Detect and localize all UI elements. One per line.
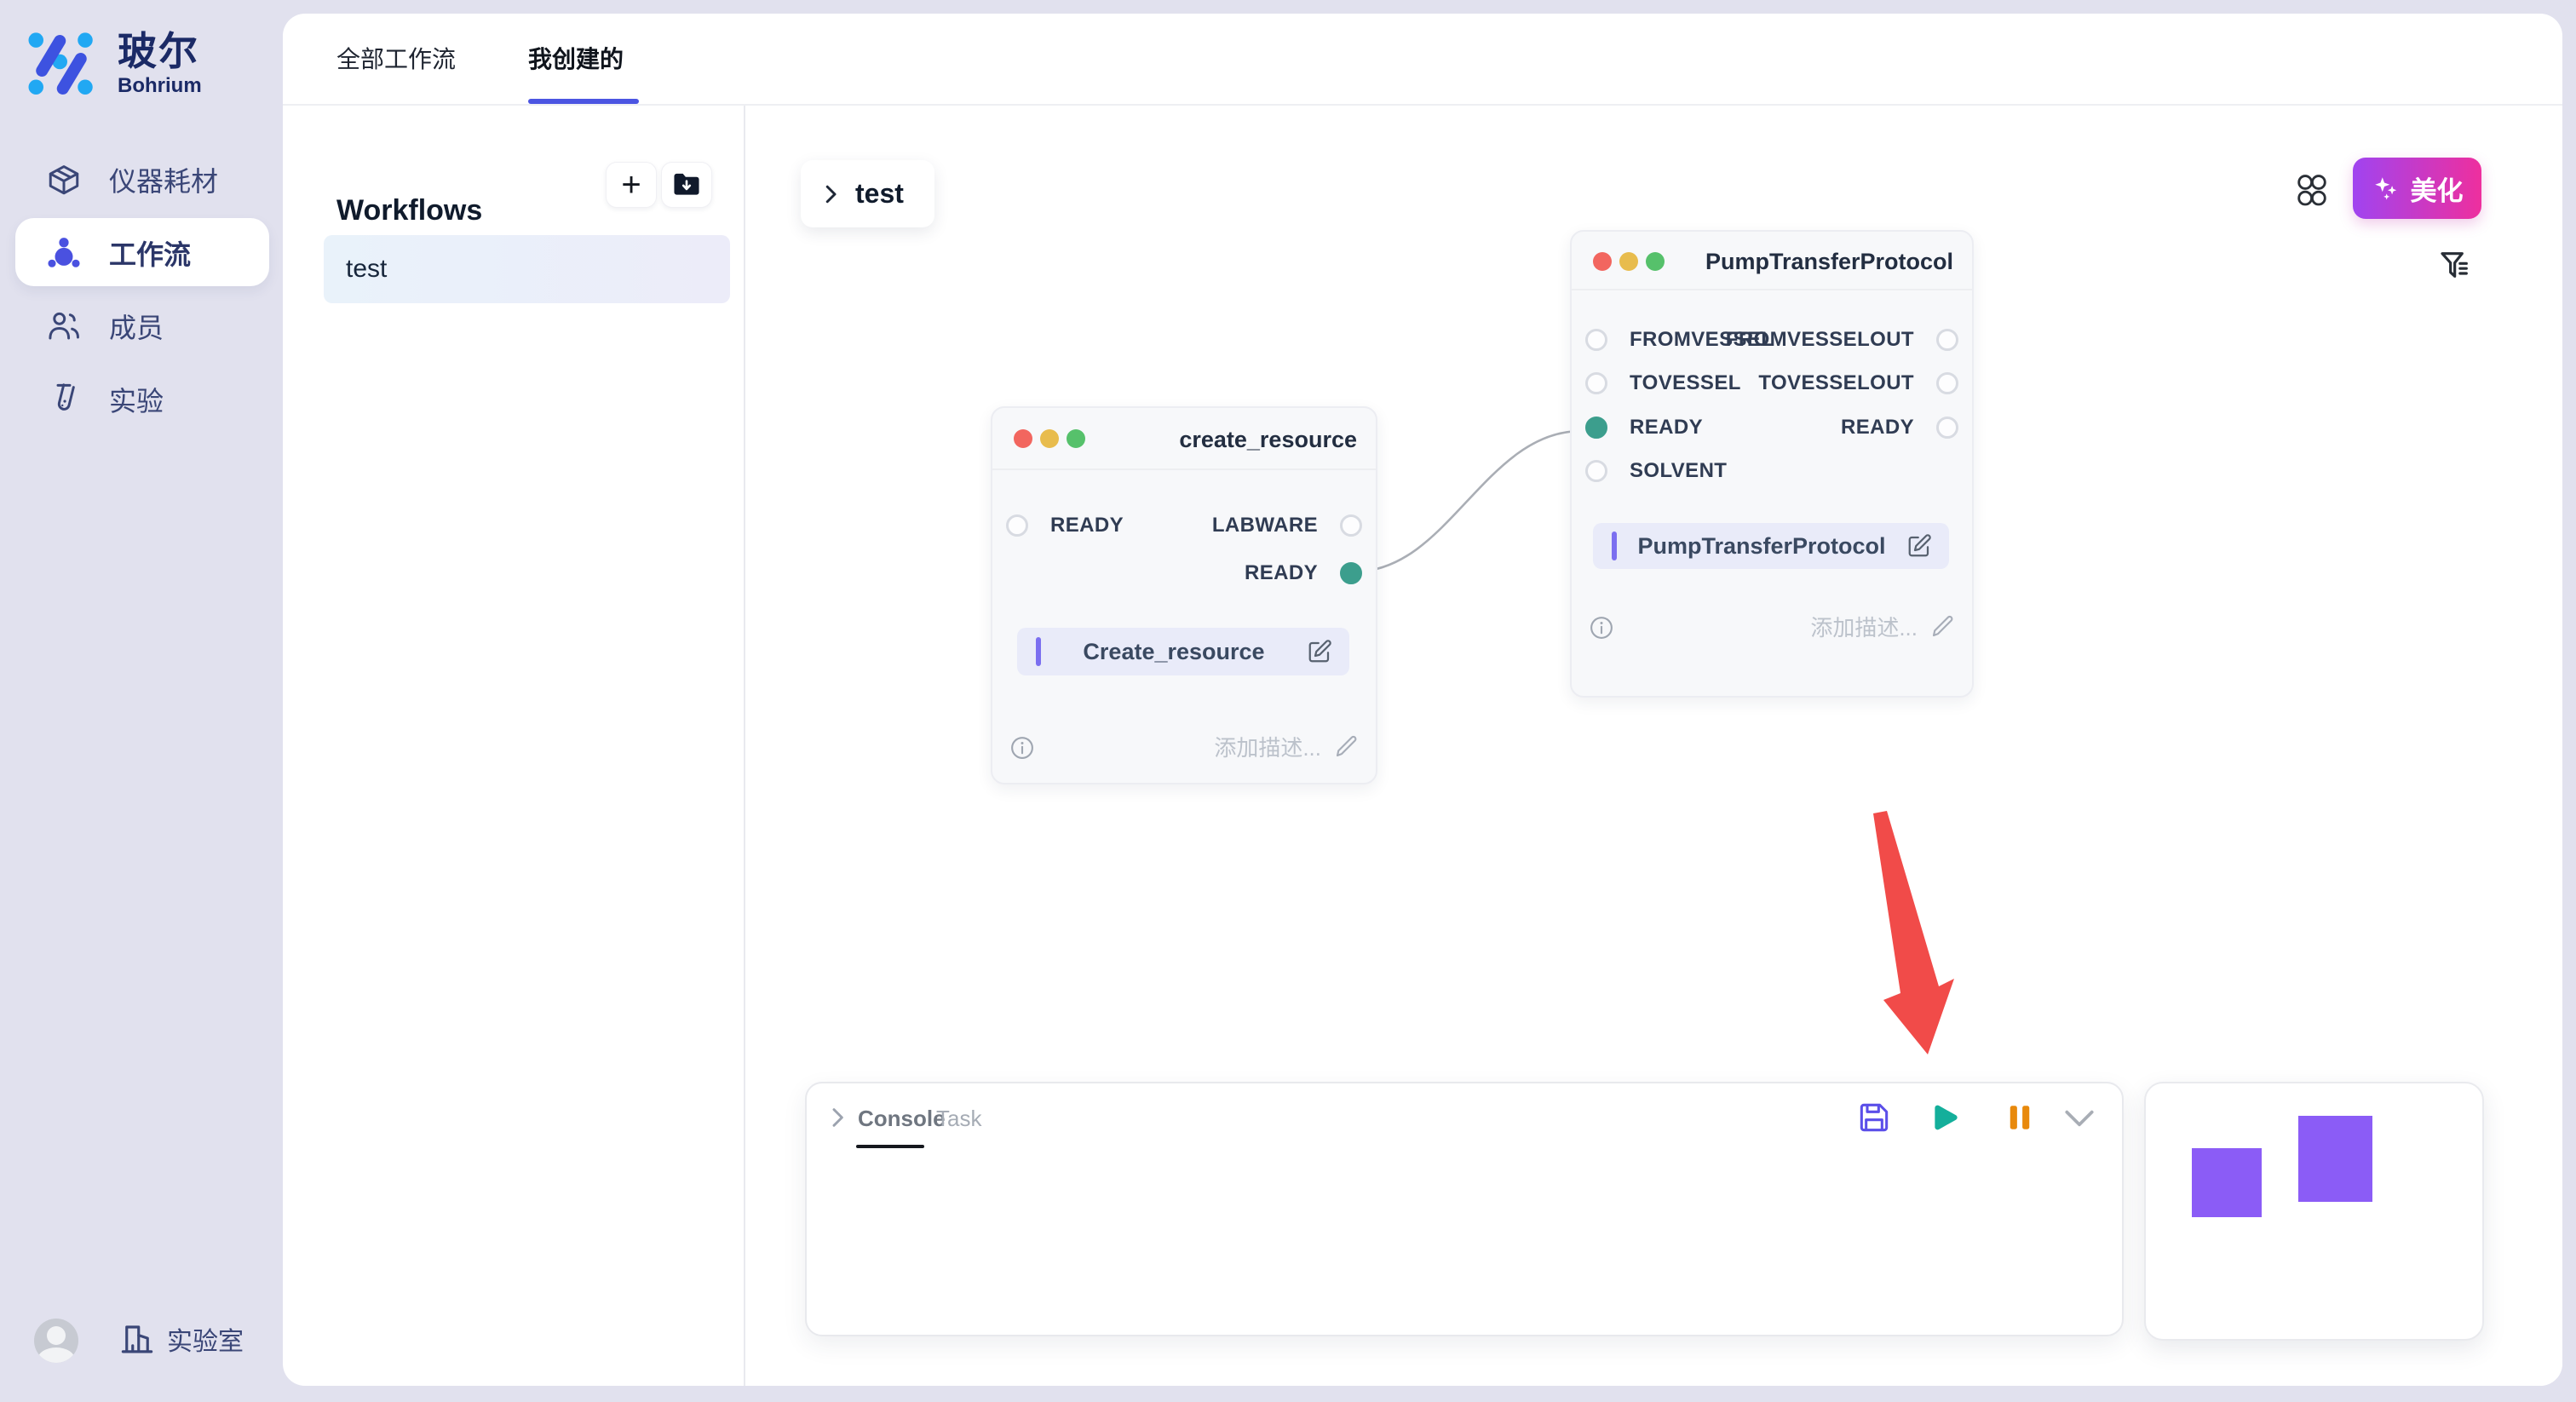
pencil-icon[interactable]: [1929, 614, 1955, 640]
sidebar-item-members[interactable]: 成员: [0, 290, 283, 363]
header-tabs: 全部工作流 我创建的: [283, 14, 2562, 106]
save-icon[interactable]: [1857, 1100, 1891, 1135]
sidebar-item-label: 成员: [109, 307, 164, 346]
traffic-light-red[interactable]: [1593, 252, 1612, 271]
output-port-labware[interactable]: LABWARE: [1212, 514, 1362, 537]
traffic-light-red[interactable]: [1014, 429, 1032, 448]
sidebar-footer: 实验室: [0, 1319, 283, 1370]
brand-logo: 玻尔 Bohrium: [26, 29, 202, 101]
filter-icon[interactable]: [2438, 248, 2472, 282]
panel-title: Workflows: [336, 194, 482, 227]
console-tab-underline: [856, 1145, 924, 1148]
edit-icon[interactable]: [1307, 639, 1332, 664]
canvas-breadcrumb[interactable]: test: [801, 160, 934, 227]
beautify-label: 美化: [2411, 170, 2464, 208]
tab-all-workflows[interactable]: 全部工作流: [336, 14, 456, 102]
minimap-node-create-resource: [2192, 1148, 2262, 1217]
chevron-right-icon: [818, 181, 843, 207]
workflow-list-panel: Workflows + test: [283, 106, 745, 1386]
sparkles-icon: [2372, 174, 2401, 203]
edit-icon[interactable]: [1906, 533, 1932, 559]
output-port-ready[interactable]: READY: [1245, 561, 1362, 585]
brand-name-cn: 玻尔: [118, 29, 202, 73]
node-action-button[interactable]: PumpTransferProtocol: [1593, 523, 1949, 569]
expand-chevron-icon[interactable]: [824, 1104, 851, 1131]
sidebar-item-experiments[interactable]: 实验: [0, 363, 283, 436]
flask-icon: [46, 382, 82, 417]
minimap-node-pump-transfer: [2298, 1116, 2372, 1202]
tab-created-by-me[interactable]: 我创建的: [528, 14, 624, 102]
node-create-resource[interactable]: create_resource READY LABWARE READY Crea…: [991, 406, 1377, 784]
folder-import-icon: [671, 171, 702, 198]
node-pump-transfer-protocol[interactable]: PumpTransferProtocol FROMVESSEL FROMVESS…: [1570, 230, 1974, 698]
pencil-icon[interactable]: [1333, 734, 1359, 760]
port-circle-connected[interactable]: [1340, 562, 1362, 584]
input-port-ready[interactable]: READY: [1585, 416, 1703, 440]
workflow-item-name: test: [346, 255, 387, 284]
traffic-light-green[interactable]: [1067, 429, 1085, 448]
input-port-ready[interactable]: READY: [1006, 514, 1124, 537]
sidebar-item-label: 实验: [109, 380, 164, 419]
node-title: PumpTransferProtocol: [1705, 249, 1953, 275]
port-circle[interactable]: [1340, 514, 1362, 537]
brand-name-en: Bohrium: [118, 73, 202, 99]
sidebar-item-label: 仪器耗材: [109, 160, 218, 199]
node-title: create_resource: [1179, 427, 1357, 453]
traffic-light-yellow[interactable]: [1619, 252, 1638, 271]
description-placeholder[interactable]: 添加描述...: [1214, 731, 1321, 762]
pause-icon[interactable]: [2003, 1100, 2037, 1135]
sidebar-nav: 仪器耗材 工作流 成员: [0, 143, 283, 436]
traffic-light-yellow[interactable]: [1040, 429, 1059, 448]
collapse-chevron-down-icon[interactable]: [2061, 1106, 2098, 1131]
input-port-solvent[interactable]: SOLVENT: [1585, 459, 1727, 483]
apps-clover-icon[interactable]: [2295, 172, 2329, 210]
box-icon: [46, 162, 82, 198]
traffic-light-green[interactable]: [1646, 252, 1665, 271]
workspace-label: 实验室: [167, 1320, 244, 1358]
description-placeholder[interactable]: 添加描述...: [1810, 611, 1918, 642]
workflow-list-item-test[interactable]: test: [324, 235, 730, 303]
tab-task[interactable]: Task: [936, 1106, 981, 1132]
output-port-ready[interactable]: READY: [1841, 416, 1958, 440]
sidebar-item-label: 工作流: [109, 233, 191, 273]
port-circle[interactable]: [1936, 417, 1958, 439]
plus-icon: +: [621, 168, 641, 202]
port-circle-connected[interactable]: [1585, 417, 1607, 439]
port-circle[interactable]: [1936, 329, 1958, 351]
app-root: 玻尔 Bohrium 仪器耗材 工作流: [0, 0, 2576, 1402]
minimap[interactable]: [2144, 1082, 2484, 1341]
input-port-tovessel[interactable]: TOVESSEL: [1585, 371, 1741, 395]
user-avatar[interactable]: [34, 1319, 78, 1363]
sidebar: 玻尔 Bohrium 仪器耗材 工作流: [0, 0, 283, 1402]
port-circle[interactable]: [1585, 372, 1607, 394]
action-label: Create_resource: [1041, 639, 1307, 665]
workspace-selector[interactable]: 实验室: [119, 1320, 244, 1358]
port-circle[interactable]: [1585, 460, 1607, 482]
action-label: PumpTransferProtocol: [1617, 533, 1906, 560]
add-workflow-button[interactable]: +: [606, 162, 657, 208]
sidebar-item-instruments[interactable]: 仪器耗材: [0, 143, 283, 216]
bohrium-logo-icon: [26, 29, 97, 101]
output-port-fromvesselout[interactable]: FROMVESSELOUT: [1726, 328, 1958, 352]
output-port-tovesselout[interactable]: TOVESSELOUT: [1758, 371, 1958, 395]
active-tab-underline: [528, 99, 639, 104]
console-panel: Console Task: [805, 1082, 2124, 1336]
breadcrumb-label: test: [855, 178, 904, 210]
main-content: 全部工作流 我创建的 Workflows + test: [283, 14, 2562, 1386]
run-play-icon[interactable]: [1927, 1100, 1961, 1135]
port-circle[interactable]: [1006, 514, 1028, 537]
info-icon[interactable]: [1589, 615, 1614, 641]
tab-console[interactable]: Console: [858, 1106, 946, 1132]
sidebar-item-workflows[interactable]: 工作流: [0, 216, 283, 290]
node-action-button[interactable]: Create_resource: [1017, 628, 1349, 675]
building-icon: [119, 1321, 155, 1357]
port-circle[interactable]: [1936, 372, 1958, 394]
beautify-button[interactable]: 美化: [2353, 158, 2481, 219]
members-icon: [46, 308, 82, 344]
port-circle[interactable]: [1585, 329, 1607, 351]
import-workflow-button[interactable]: [661, 162, 712, 208]
team-icon: [46, 235, 82, 271]
info-icon[interactable]: [1009, 735, 1035, 761]
